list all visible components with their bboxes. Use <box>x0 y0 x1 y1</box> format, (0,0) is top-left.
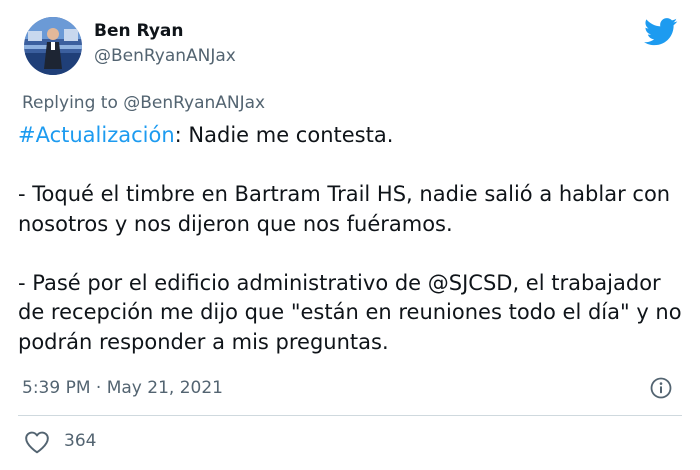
hashtag-link[interactable]: #Actualización <box>18 123 175 147</box>
replying-to-label: Replying to <box>22 93 124 113</box>
divider <box>18 415 682 416</box>
author-name[interactable]: Ben Ryan <box>94 21 184 41</box>
avatar[interactable] <box>24 17 82 75</box>
tweet-timestamp[interactable]: 5:39 PM · May 21, 2021 <box>22 378 223 398</box>
tweet-paragraph-3: - Pasé por el edificio administrativo de… <box>18 270 682 354</box>
tweet-text: #Actualización: Nadie me contesta. - Toq… <box>18 121 688 357</box>
info-icon[interactable] <box>650 377 672 399</box>
heart-icon[interactable] <box>24 430 50 454</box>
replying-to-mention[interactable]: @BenRyanANJax <box>123 93 265 113</box>
replying-to: Replying to @BenRyanANJax <box>22 93 265 113</box>
tweet-paragraph-2: - Toqué el timbre en Bartram Trail HS, n… <box>18 182 671 236</box>
tweet-line-1: #Actualización: Nadie me contesta. <box>18 121 688 151</box>
twitter-bird-icon[interactable] <box>644 18 678 46</box>
author-handle[interactable]: @BenRyanANJax <box>94 46 236 66</box>
tweet-line-1-text: : Nadie me contesta. <box>174 123 394 147</box>
like-count: 364 <box>64 431 97 451</box>
